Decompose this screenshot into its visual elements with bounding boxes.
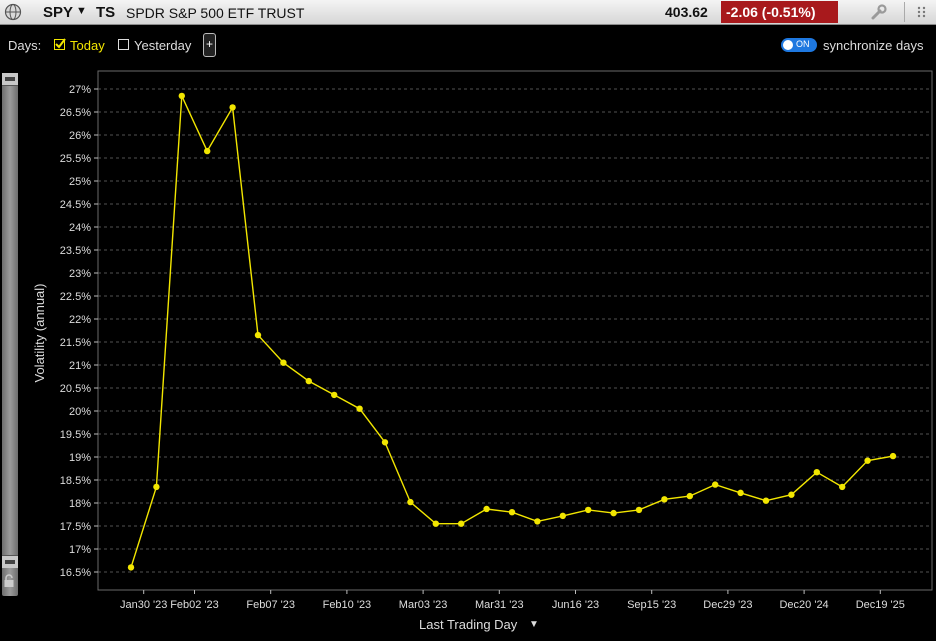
x-tick-label: Mar03 '23	[399, 599, 448, 611]
data-point	[458, 520, 465, 527]
y-tick-label: 24.5%	[60, 199, 91, 211]
data-point	[178, 92, 185, 100]
data-point	[864, 457, 871, 464]
data-point	[381, 439, 389, 446]
data-point	[280, 359, 287, 366]
data-point	[229, 104, 236, 111]
y-tick-label: 19%	[69, 452, 91, 464]
data-point	[712, 481, 719, 488]
data-point	[153, 483, 160, 491]
data-point	[254, 331, 262, 339]
data-point	[737, 489, 744, 497]
y-tick-label: 26.5%	[60, 107, 91, 119]
y-axis-title: Volatility (annual)	[32, 284, 47, 383]
y-tick-label: 23.5%	[60, 245, 91, 257]
data-point	[839, 483, 846, 491]
y-tick-label: 21%	[69, 360, 91, 372]
y-tick-label: 26%	[69, 130, 91, 142]
data-point	[331, 391, 338, 399]
y-tick-label: 21.5%	[60, 337, 91, 349]
y-tick-label: 25%	[69, 176, 91, 188]
y-tick-label: 27%	[69, 84, 91, 96]
data-point	[585, 506, 592, 514]
data-point	[762, 497, 770, 504]
data-point	[204, 147, 211, 155]
data-point	[407, 498, 414, 506]
x-axis-title[interactable]: Last Trading Day	[419, 617, 517, 632]
x-tick-label: Jan30 '23	[120, 599, 167, 611]
x-tick-label: Feb07 '23	[246, 599, 295, 611]
data-point	[356, 405, 363, 412]
y-tick-label: 20%	[69, 406, 91, 418]
x-tick-label: Feb10 '23	[323, 599, 372, 611]
data-point	[559, 512, 566, 520]
x-tick-label: Sep15 '23	[627, 599, 676, 611]
data-point	[635, 506, 643, 514]
y-tick-label: 18%	[69, 498, 91, 510]
y-tick-label: 18.5%	[60, 475, 91, 487]
volatility-chart: 16.5% 17% 17.5% 18% 18.5% 19% 19.5% 20% 20.5% 21%…	[32, 70, 933, 611]
data-point	[813, 468, 820, 476]
x-tick-label: Mar31 '23	[475, 599, 524, 611]
data-point	[305, 377, 312, 385]
y-tick-label: 19.5%	[60, 429, 91, 441]
y-tick-label: 16.5%	[60, 567, 91, 579]
chevron-down-icon[interactable]: ▼	[529, 619, 539, 630]
y-tick-label: 23%	[69, 268, 91, 280]
data-point	[686, 492, 693, 500]
x-tick-label: Dec29 '23	[703, 599, 752, 611]
x-tick-label: Dec20 '24	[779, 599, 828, 611]
data-point	[432, 520, 439, 527]
data-point	[610, 509, 617, 517]
y-tick-label: 17%	[69, 544, 91, 556]
x-tick-label: Dec19 '25	[856, 599, 905, 611]
x-tick-label: Jun16 '23	[552, 599, 599, 611]
data-point	[788, 491, 795, 498]
y-tick-label: 24%	[69, 222, 91, 234]
y-tick-label: 22%	[69, 314, 91, 326]
data-point	[661, 496, 668, 503]
data-point	[508, 509, 516, 516]
data-point	[127, 564, 135, 571]
x-tick-label: Feb02 '23	[170, 599, 219, 611]
data-point	[534, 518, 541, 525]
y-tick-label: 17.5%	[60, 521, 91, 533]
y-tick-label: 22.5%	[60, 291, 91, 303]
y-tick-label: 20.5%	[60, 383, 91, 395]
data-point	[483, 505, 490, 513]
data-point	[889, 452, 897, 460]
y-tick-label: 25.5%	[60, 153, 91, 165]
